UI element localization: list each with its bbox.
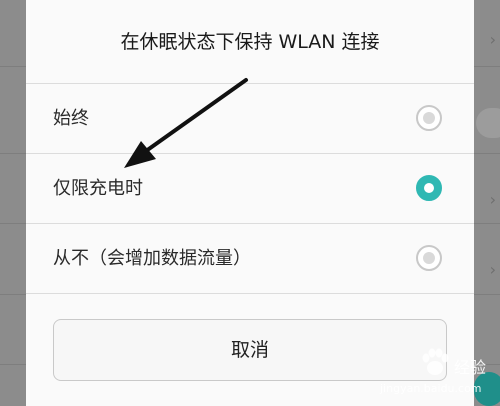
option-label: 从不（会增加数据流量） — [53, 248, 251, 269]
background-divider — [0, 364, 26, 365]
radio-button-icon[interactable] — [416, 105, 442, 131]
background-divider — [0, 66, 26, 67]
option-label: 始终 — [53, 108, 89, 129]
chevron-right-icon: › — [489, 190, 496, 209]
baidu-jingyan-watermark: 经验 jingyan.baidu.com — [362, 346, 492, 400]
option-never[interactable]: 从不（会增加数据流量） — [26, 224, 474, 294]
option-only-when-charging[interactable]: 仅限充电时 — [26, 154, 474, 224]
watermark-text: 经验 — [454, 358, 487, 377]
background-divider — [0, 153, 26, 154]
background-divider — [474, 153, 500, 154]
radio-button-icon[interactable] — [416, 245, 442, 271]
option-always[interactable]: 始终 — [26, 84, 474, 154]
radio-button-checked-icon[interactable] — [416, 175, 442, 201]
option-label: 仅限充电时 — [53, 178, 143, 199]
dialog-title: 在休眠状态下保持 WLAN 连接 — [26, 0, 474, 84]
background-divider — [474, 66, 500, 67]
chevron-right-icon: › — [489, 260, 496, 279]
background-divider — [474, 223, 500, 224]
background-divider — [0, 294, 26, 295]
chevron-right-icon: › — [489, 30, 496, 49]
background-divider — [0, 223, 26, 224]
background-divider — [474, 294, 500, 295]
paw-icon — [422, 348, 449, 375]
background-toggle — [476, 108, 500, 138]
watermark-url: jingyan.baidu.com — [380, 382, 482, 395]
